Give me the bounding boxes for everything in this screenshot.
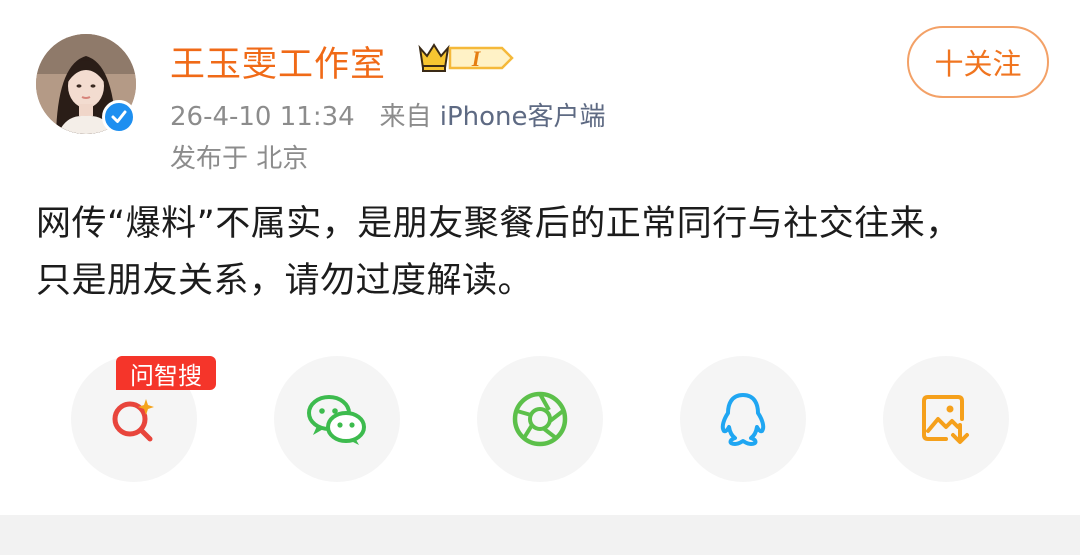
source-prefix: 来自 — [379, 102, 432, 132]
vip-crown-icon[interactable]: I — [414, 40, 516, 76]
content-line: 只是朋友关系，请勿过度解读。 — [36, 261, 534, 301]
post-location: 发布于 北京 — [170, 144, 309, 174]
share-wechat-button[interactable] — [274, 356, 400, 482]
bottom-divider — [0, 515, 1080, 555]
content-line: 网传“爆料”不属实，是朋友聚餐后的正常同行与社交往来， — [36, 204, 961, 244]
post-source[interactable]: iPhone客户端 — [440, 102, 606, 132]
post-timestamp: 26-4-10 11:34 — [170, 102, 355, 132]
save-image-button[interactable] — [883, 356, 1009, 482]
post-meta: 26-4-10 11:34 来自 iPhone客户端 — [170, 96, 606, 133]
moments-icon — [512, 391, 568, 447]
follow-button[interactable]: 十关注 — [907, 26, 1049, 98]
ai-search-badge: 问智搜 — [116, 356, 216, 390]
wechat-icon — [307, 395, 366, 445]
post-content: 网传“爆料”不属实，是朋友聚餐后的正常同行与社交往来， 只是朋友关系，请勿过度解… — [36, 196, 1056, 310]
save-image-icon — [922, 395, 969, 444]
verified-badge-icon — [102, 100, 136, 134]
qq-icon — [720, 393, 766, 446]
share-moments-button[interactable] — [477, 356, 603, 482]
vip-level: I — [471, 46, 482, 71]
author-name[interactable]: 王玉雯工作室 — [170, 36, 386, 87]
share-qq-button[interactable] — [680, 356, 806, 482]
ai-search-icon — [112, 399, 154, 442]
